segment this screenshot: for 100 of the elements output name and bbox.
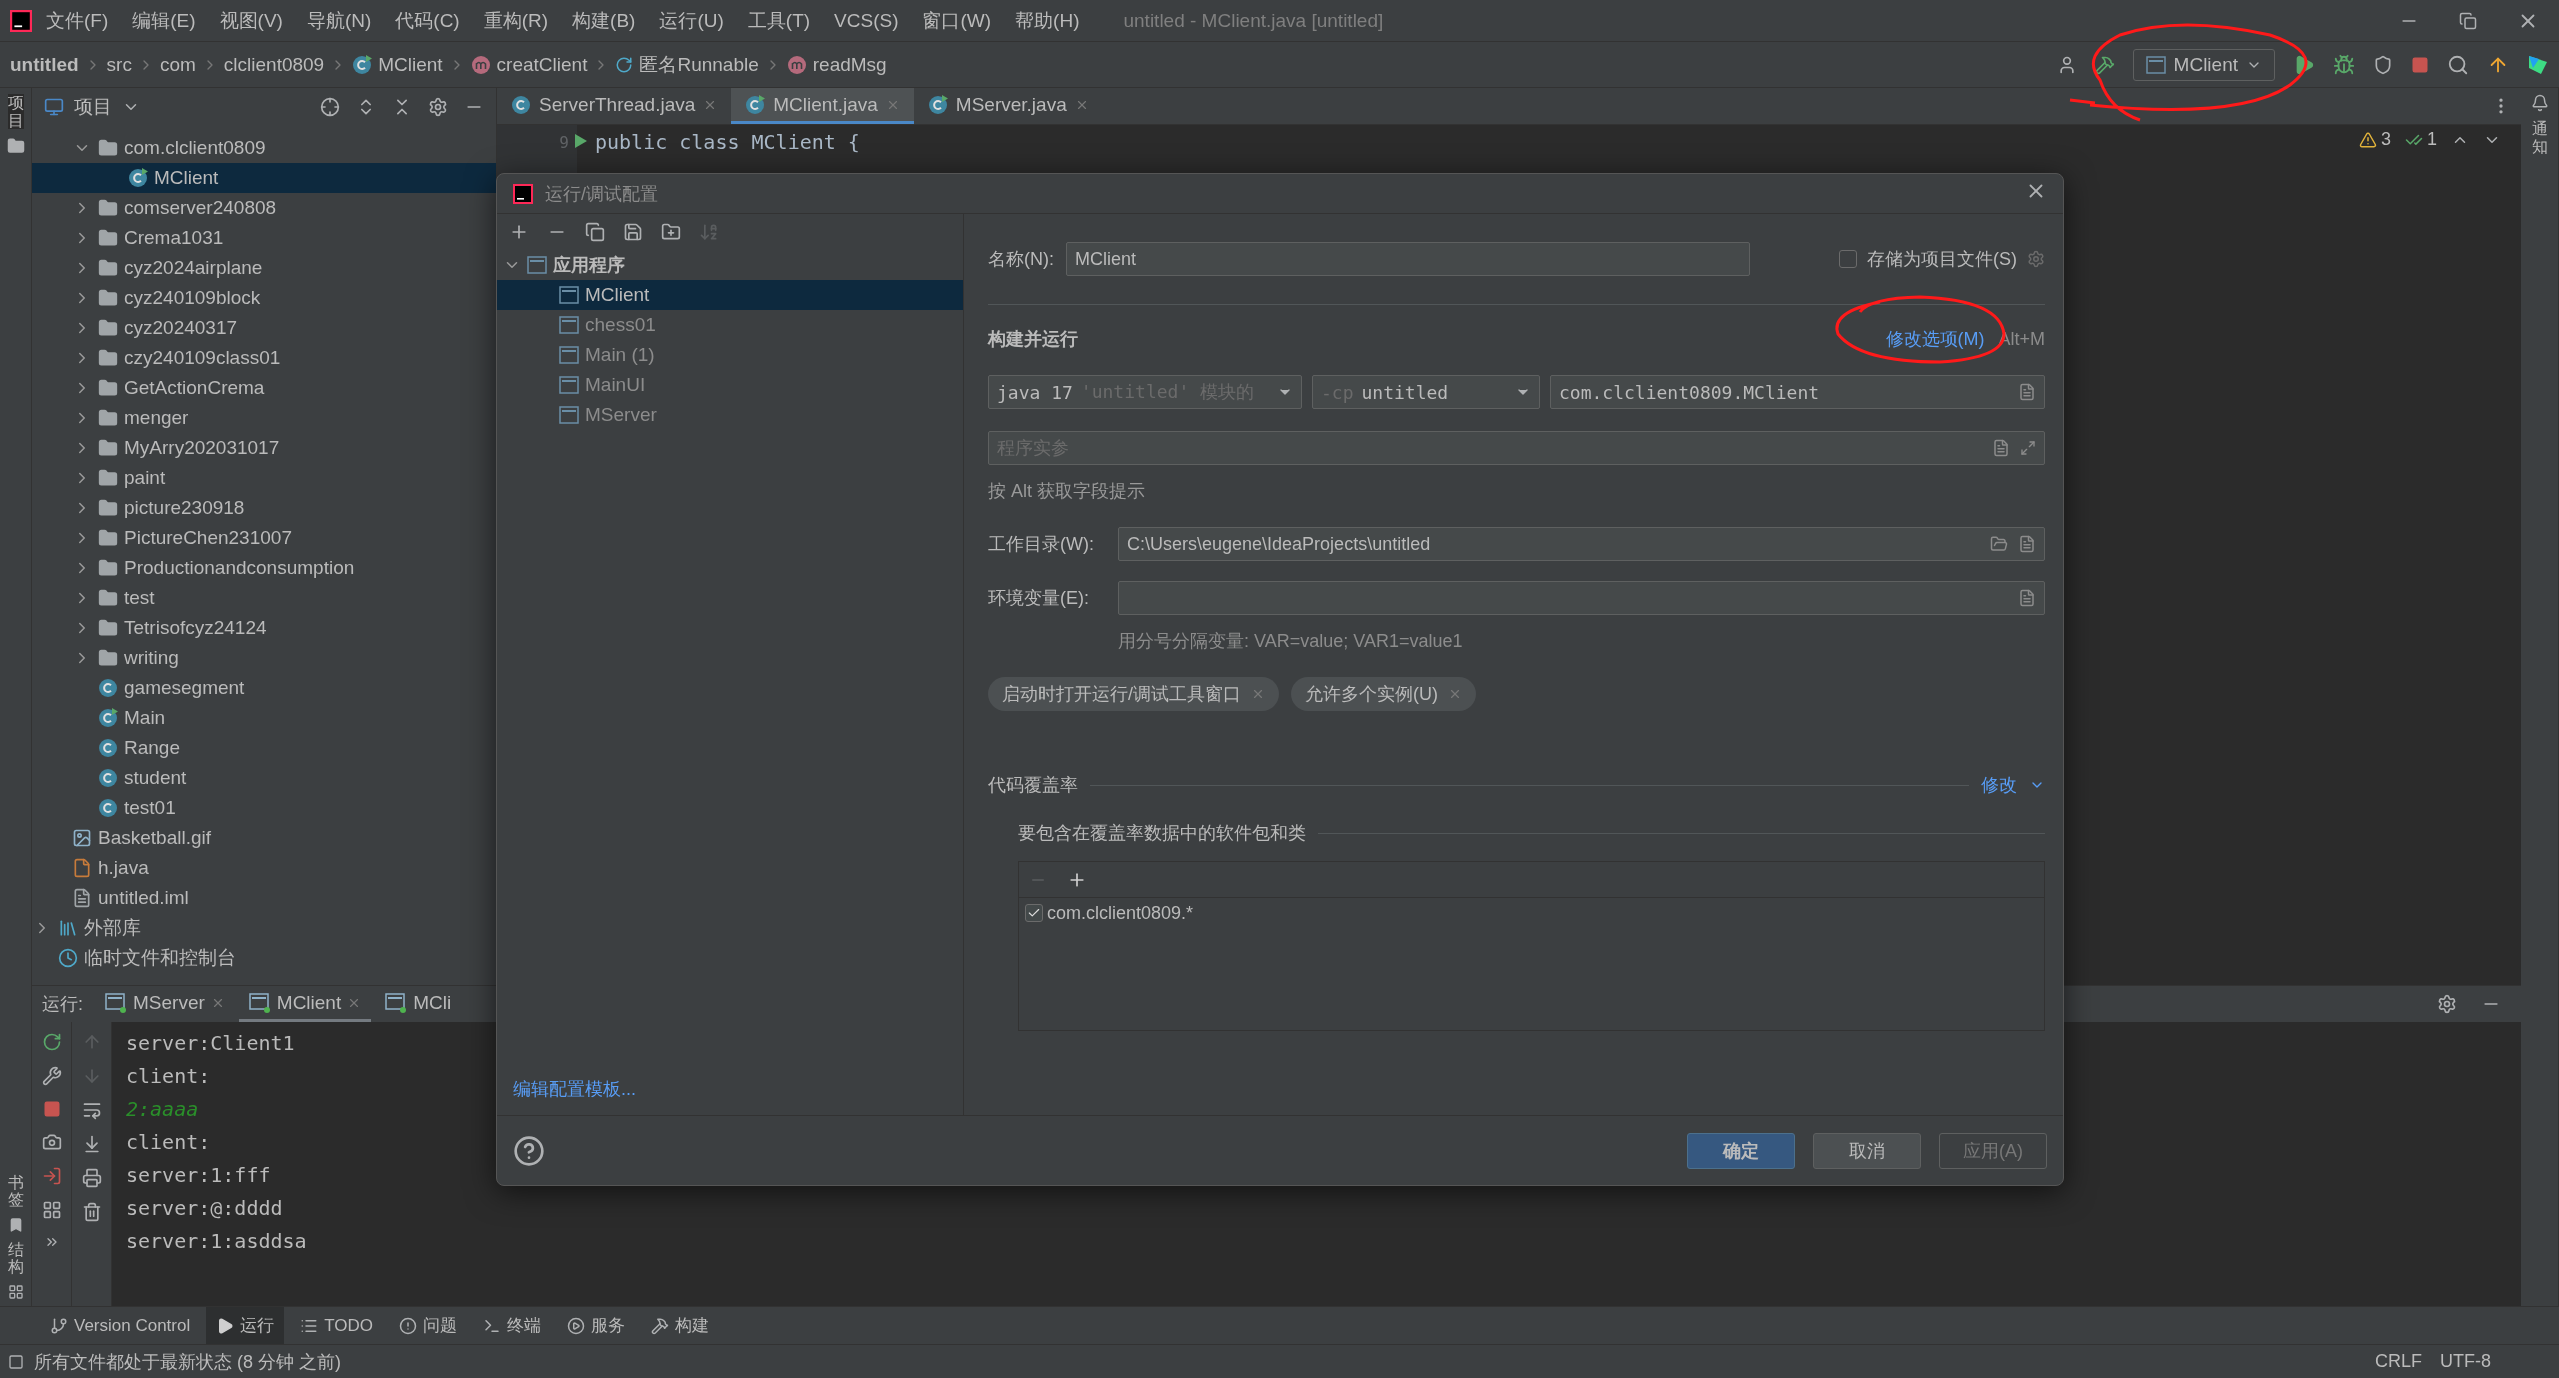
line-ending[interactable]: CRLF — [2375, 1351, 2422, 1372]
stop-icon[interactable] — [2411, 55, 2429, 74]
breadcrumb-item[interactable]: creatClient — [470, 53, 588, 76]
alert-icon[interactable] — [399, 1316, 418, 1335]
tree-item[interactable]: Tetrisofcyz24124 — [32, 613, 496, 643]
tree-item[interactable]: picture230918 — [32, 493, 496, 523]
config-item[interactable]: Main (1) — [497, 340, 963, 370]
tree-item[interactable]: cyz240109block — [32, 283, 496, 313]
search-icon[interactable] — [2447, 53, 2469, 76]
environment-field[interactable] — [1118, 581, 2045, 615]
menu-item[interactable]: 工具(T) — [737, 7, 821, 34]
tree-item[interactable]: Crema1031 — [32, 223, 496, 253]
browse-icon[interactable] — [2018, 535, 2036, 553]
menu-item[interactable]: 窗口(W) — [912, 7, 1002, 34]
stop-icon[interactable] — [42, 1100, 61, 1118]
rerun-icon[interactable] — [41, 1032, 62, 1052]
modify-link[interactable]: 修改 — [1981, 773, 2017, 797]
browse-icon[interactable] — [2018, 383, 2036, 401]
notifications-tool-tab[interactable]: 通知 — [2531, 120, 2548, 156]
branch-icon[interactable] — [50, 1316, 68, 1335]
tree-item[interactable]: Range — [32, 733, 496, 763]
tree-item[interactable]: GetActionCrema — [32, 373, 496, 403]
settings-icon[interactable] — [2437, 994, 2457, 1014]
camera-icon[interactable] — [41, 1132, 62, 1152]
run-config-dropdown[interactable]: MClient — [2132, 48, 2275, 81]
tree-item[interactable]: h.java — [32, 853, 496, 883]
dialog-button[interactable]: 确定 — [1687, 1132, 1795, 1169]
tree-item[interactable]: writing — [32, 643, 496, 673]
settings-icon[interactable] — [428, 96, 448, 117]
notification-bell-icon[interactable] — [2530, 94, 2549, 112]
tool-window-tab[interactable]: 构建 — [641, 1307, 720, 1344]
panel-title[interactable]: 项目 — [74, 93, 112, 120]
dialog-button[interactable]: 取消 — [1813, 1132, 1921, 1169]
tree-item[interactable]: Productionandconsumption — [32, 553, 496, 583]
name-field[interactable]: MClient — [1066, 242, 1750, 276]
main-class-field[interactable]: com.clclient0809.MClient — [1550, 375, 2045, 409]
tool-window-tab[interactable]: 问题 — [389, 1307, 468, 1344]
config-item[interactable]: MClient — [497, 280, 963, 310]
passed-count[interactable]: 1 — [2405, 129, 2437, 150]
expand-icon[interactable] — [2020, 440, 2036, 456]
copy-icon[interactable] — [585, 222, 605, 242]
tree-item[interactable]: comserver240808 — [32, 193, 496, 223]
tree-item[interactable]: 应用程序 — [497, 250, 963, 280]
restore-icon[interactable] — [2459, 11, 2477, 30]
tree-item[interactable]: 临时文件和控制台 — [32, 943, 496, 973]
play-circle-icon[interactable] — [567, 1316, 586, 1335]
trash-icon[interactable] — [81, 1202, 102, 1222]
tool-window-tab[interactable]: 终端 — [473, 1307, 552, 1344]
tool-window-tab[interactable]: TODO — [290, 1307, 384, 1344]
hammer-icon[interactable] — [651, 1316, 670, 1335]
menu-item[interactable]: 重构(R) — [473, 7, 559, 34]
editor-tab[interactable]: ServerThread.java — [497, 88, 732, 124]
tree-item[interactable]: PictureChen231007 — [32, 523, 496, 553]
breadcrumb-item[interactable]: clclient0809 — [223, 53, 325, 76]
structure-tool-tab[interactable]: 结构 — [7, 1240, 24, 1276]
tree-item[interactable]: paint — [32, 463, 496, 493]
tree-item[interactable]: Main — [32, 703, 496, 733]
browse-icon[interactable] — [2018, 589, 2036, 607]
browse-icon[interactable] — [1992, 439, 2010, 457]
checkbox-label[interactable]: 存储为项目文件(S) — [1867, 247, 2017, 271]
menu-item[interactable]: 代码(C) — [385, 7, 470, 34]
structure-icon[interactable] — [7, 1284, 24, 1300]
config-item[interactable]: chess01 — [497, 310, 963, 340]
run-tab[interactable]: MCli — [375, 986, 462, 1022]
wrench-icon[interactable] — [41, 1066, 62, 1086]
soft-wrap-icon[interactable] — [81, 1100, 102, 1120]
menu-item[interactable]: 导航(N) — [296, 7, 382, 34]
option-chip[interactable]: 允许多个实例(U) — [1291, 677, 1476, 711]
play-icon[interactable] — [216, 1316, 235, 1335]
menu-item[interactable]: 编辑(E) — [122, 7, 206, 34]
menu-item[interactable]: 运行(U) — [649, 7, 734, 34]
tree-item[interactable]: cyz2024airplane — [32, 253, 496, 283]
print-icon[interactable] — [81, 1168, 102, 1188]
editor-tab[interactable]: MClient.java — [731, 88, 914, 124]
tool-window-tab[interactable]: 运行 — [206, 1307, 285, 1344]
run-tab[interactable]: MServer — [95, 986, 235, 1022]
tree-item[interactable]: 外部库 — [32, 913, 496, 943]
help-icon[interactable] — [513, 1134, 545, 1167]
breadcrumb-item[interactable]: 匿名Runnable — [615, 51, 759, 78]
config-item[interactable]: MainUI — [497, 370, 963, 400]
breadcrumb-item[interactable]: com — [159, 53, 196, 76]
run-gutter-icon[interactable] — [573, 133, 589, 149]
working-directory-field[interactable]: C:\Users\eugene\IdeaProjects\untitled — [1118, 527, 2045, 561]
settings-icon[interactable] — [2027, 250, 2045, 268]
tree-item[interactable]: gamesegment — [32, 673, 496, 703]
menu-item[interactable]: VCS(S) — [824, 9, 909, 32]
locate-icon[interactable] — [320, 96, 340, 117]
breadcrumb-item[interactable]: MClient — [352, 53, 443, 76]
tree-item[interactable]: cyz20240317 — [32, 313, 496, 343]
build-hammer-icon[interactable] — [2094, 54, 2115, 75]
option-chip[interactable]: 启动时打开运行/调试工具窗口 — [988, 677, 1279, 711]
project-tool-tab[interactable]: 项目 — [7, 94, 24, 130]
tree-item[interactable]: MClient — [32, 163, 496, 193]
tree-item[interactable]: test — [32, 583, 496, 613]
modify-options-link[interactable]: 修改选项(M) — [1885, 327, 1985, 351]
breadcrumb-item[interactable]: readMsg — [786, 53, 887, 76]
debug-icon[interactable] — [2333, 53, 2355, 76]
save-icon[interactable] — [623, 222, 643, 242]
editor-tab[interactable]: MServer.java — [913, 88, 1103, 124]
bookmarks-tool-tab[interactable]: 书签 — [7, 1173, 24, 1209]
